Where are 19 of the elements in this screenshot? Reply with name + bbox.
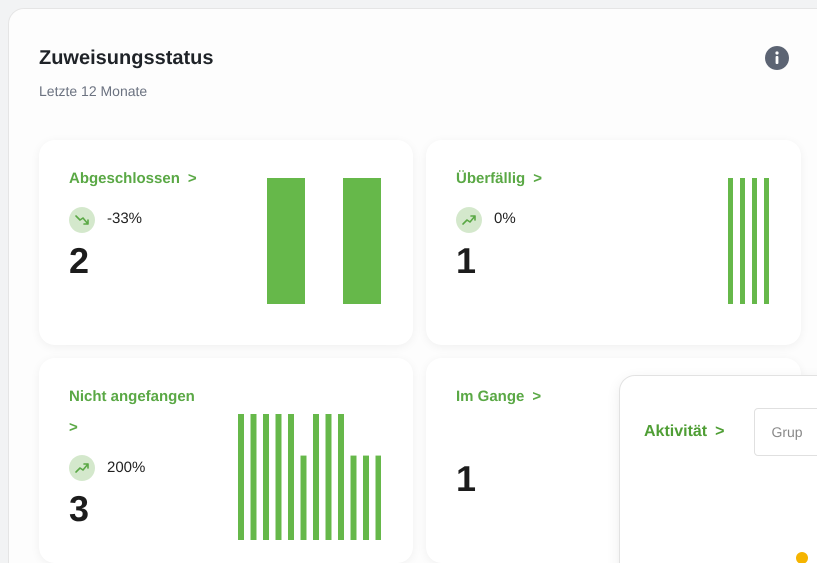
info-icon[interactable] <box>765 46 789 70</box>
group-input-field[interactable]: Grup <box>754 408 817 456</box>
activity-title-link[interactable]: Aktivität > <box>644 420 724 444</box>
count-value: 1 <box>456 460 478 496</box>
trend-up-icon <box>69 455 95 481</box>
card-title-link[interactable]: Im Gange > <box>456 386 542 408</box>
change-percent: 200% <box>107 458 146 478</box>
panel-subtitle: Letzte 12 Monate <box>39 82 148 101</box>
card-title-link[interactable]: Überfällig > <box>456 168 542 190</box>
change-percent: 0% <box>494 209 516 230</box>
change-percent: -33% <box>107 209 142 230</box>
card-title-link[interactable]: Nicht angefangen > <box>69 386 229 439</box>
count-value: 3 <box>69 491 90 527</box>
count-value: 2 <box>69 242 90 278</box>
trend-down-icon <box>69 206 95 232</box>
card-title-link[interactable]: Abgeschlossen > <box>69 168 197 190</box>
count-value: 1 <box>456 242 478 278</box>
panel-title: Zuweisungsstatus <box>39 46 214 71</box>
trend-up-icon <box>456 206 482 232</box>
